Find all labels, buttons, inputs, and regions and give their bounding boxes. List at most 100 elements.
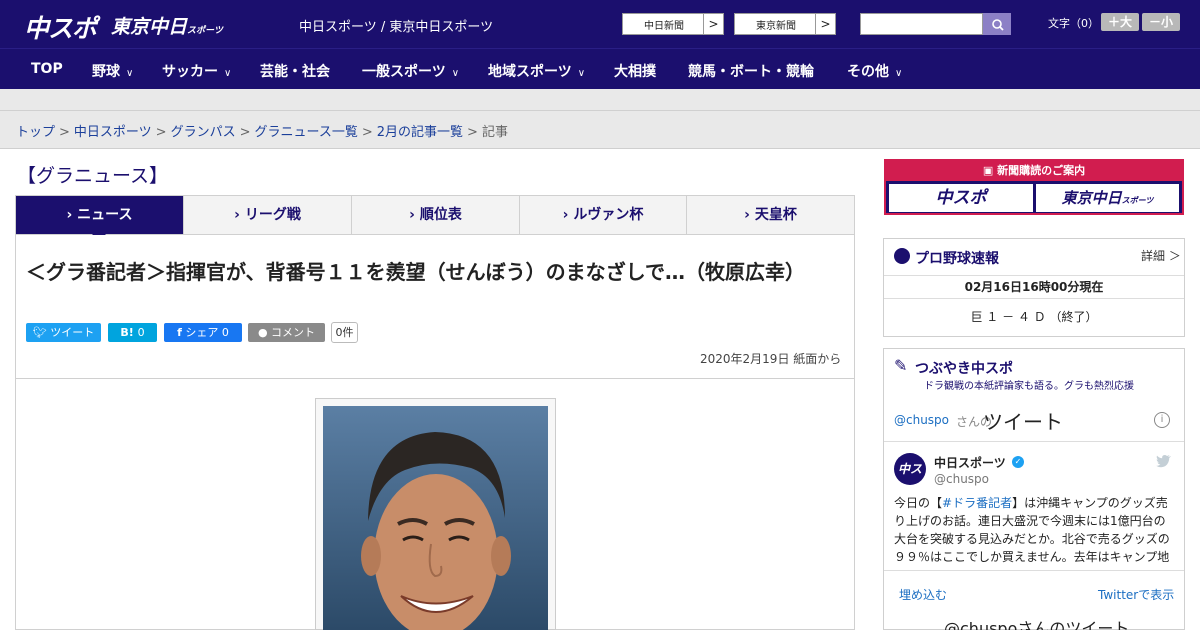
nav-label: 一般スポーツ xyxy=(362,64,446,80)
info-icon[interactable]: i xyxy=(1154,412,1170,428)
divider xyxy=(16,378,854,379)
nav-item-entertainment[interactable]: 芸能・社会 xyxy=(260,61,330,81)
section-tabs: › ニュース › リーグ戦 › 順位表 › ルヴァン杯 › 天皇杯 xyxy=(15,195,855,235)
nav-item-other[interactable]: その他 ∨ xyxy=(847,61,902,81)
verified-badge-icon: ✓ xyxy=(1012,456,1024,468)
article-photo[interactable] xyxy=(323,406,548,630)
font-size-increase-button[interactable]: ＋大 xyxy=(1101,13,1139,31)
baseball-detail-link[interactable]: 詳細 ＞ xyxy=(1141,247,1181,264)
chunichi-shimbun-link[interactable]: 中日新聞 > xyxy=(622,13,724,35)
comment-button[interactable]: ● コメント xyxy=(248,323,325,342)
breadcrumb-sep: > xyxy=(467,125,478,140)
nav-item-general-sports[interactable]: 一般スポーツ ∨ xyxy=(362,61,459,81)
hatena-bookmark-button[interactable]: B! 0 xyxy=(108,323,157,342)
nav-item-top[interactable]: TOP xyxy=(31,61,63,77)
baseball-score[interactable]: 巨 １ － ４ Ｄ （終了） xyxy=(884,308,1184,325)
article-headline: ＜グラ番記者＞指揮官が、背番号１１を羨望（せんぼう）のまなざしで…（牧原広幸） xyxy=(26,260,805,284)
chevron-down-icon: ∨ xyxy=(895,68,903,79)
avatar[interactable]: 中スポ xyxy=(894,453,926,485)
portrait-image xyxy=(323,406,548,630)
search-input[interactable] xyxy=(860,13,983,35)
nav-item-sumo[interactable]: 大相撲 xyxy=(614,61,656,81)
breadcrumb-link[interactable]: 2月の記事一覧 xyxy=(377,125,463,140)
chevron-right-icon: > xyxy=(815,14,835,34)
twitter-bird-icon: 🐦︎ xyxy=(32,326,47,339)
search-icon xyxy=(992,19,1004,31)
tab-levain-cup[interactable]: › ルヴァン杯 xyxy=(520,196,687,234)
site-names[interactable]: 中日スポーツ / 東京中日スポーツ xyxy=(299,16,493,35)
speech-bubble-icon: ● xyxy=(257,326,268,339)
subscription-banner[interactable]: ▣ 新聞購読のご案内 中スポ 東京中日スポーツ xyxy=(884,159,1184,215)
article-dateline: 2020年2月19日 紙面から xyxy=(700,352,842,366)
breadcrumb-link[interactable]: グランパス xyxy=(171,125,236,140)
baseball-panel-title: プロ野球速報 xyxy=(915,251,999,267)
chevron-down-icon: ∨ xyxy=(224,68,232,79)
tweet-label: ツイート xyxy=(50,326,95,339)
newspaper-icon: ▣ xyxy=(982,164,994,177)
timeline-handle[interactable]: @chuspo xyxy=(894,413,949,427)
nav-label: その他 xyxy=(847,64,889,80)
view-on-twitter-link[interactable]: Twitterで表示 xyxy=(1098,586,1174,603)
subscription-chuspo-logo[interactable]: 中スポ xyxy=(889,184,1033,212)
main-nav: TOP 野球 ∨ サッカー ∨ 芸能・社会 一般スポーツ ∨ 地域スポーツ ∨ 大相撲 … xyxy=(0,48,1200,89)
baseball-update-time: 02月16日16時00分現在 xyxy=(884,275,1184,299)
breadcrumb-sep: > xyxy=(155,125,167,140)
subscription-heading: ▣ 新聞購読のご案内 xyxy=(886,161,1182,181)
breadcrumb-current: 記事 xyxy=(481,125,508,140)
tweet-hashtag-link[interactable]: #ドラ番記者 xyxy=(942,496,1012,510)
subscription-tokyo-logo[interactable]: 東京中日スポーツ xyxy=(1036,184,1179,212)
tweet-text: 今日の【#ドラ番記者】は沖縄キャンプのグッズ売り上げのお話。連日大盛況で今週末に… xyxy=(894,494,1176,570)
twitter-timeline-header: @chuspo さんの ツイート i xyxy=(884,398,1184,442)
nav-label: 競馬・ボート・競輪 xyxy=(688,64,814,80)
comment-count: 0件 xyxy=(331,322,358,343)
ad-spacer xyxy=(0,89,1200,111)
facebook-share-button[interactable]: f シェア 0 xyxy=(164,323,242,342)
tab-news[interactable]: › ニュース xyxy=(16,196,184,234)
nav-item-racing[interactable]: 競馬・ボート・競輪 xyxy=(688,61,814,81)
nav-item-baseball[interactable]: 野球 ∨ xyxy=(92,61,133,81)
tab-standings[interactable]: › 順位表 xyxy=(352,196,520,234)
chunichi-shimbun-label: 中日新聞 xyxy=(644,21,684,32)
facebook-share-label: シェア 0 xyxy=(185,326,229,339)
tab-emperors-cup[interactable]: › 天皇杯 xyxy=(687,196,854,234)
breadcrumb-link[interactable]: トップ xyxy=(16,125,55,140)
embed-link[interactable]: 埋め込む xyxy=(899,586,947,603)
section-title: 【グラニュース】 xyxy=(17,165,169,187)
twitter-timeline-footer: 埋め込む Twitterで表示 xyxy=(884,570,1184,616)
tweet-button[interactable]: 🐦︎ ツイート xyxy=(26,323,101,342)
search-button[interactable] xyxy=(983,13,1011,35)
tokyo-logo-text: 東京中日 xyxy=(111,16,188,38)
chevron-down-icon: ∨ xyxy=(451,68,460,79)
nav-label: 野球 xyxy=(92,64,120,80)
tokyo-shimbun-link[interactable]: 東京新聞 > xyxy=(734,13,836,35)
tweets-panel-title: つぶやき中スポ xyxy=(915,361,1013,377)
microphone-icon: ✎ xyxy=(894,356,908,375)
subscription-tokyo-sub: スポーツ xyxy=(1121,196,1154,205)
subscription-tokyo-text: 東京中日 xyxy=(1061,189,1122,207)
tokyo-shimbun-label: 東京新聞 xyxy=(756,21,796,32)
nav-item-regional-sports[interactable]: 地域スポーツ ∨ xyxy=(488,61,585,81)
tweet-account-handle[interactable]: @chuspo xyxy=(934,472,989,486)
chevron-down-icon: ∨ xyxy=(577,68,586,79)
nav-item-soccer[interactable]: サッカー ∨ xyxy=(162,61,231,81)
chevron-right-icon: > xyxy=(703,14,723,34)
nav-label: サッカー xyxy=(162,64,218,80)
breadcrumb: トップ > 中日スポーツ > グランパス > グラニュース一覧 >2月の記事一覧 > 記事 xyxy=(16,121,508,140)
facebook-icon: f xyxy=(177,326,182,339)
breadcrumb-sep: > xyxy=(239,125,251,140)
comment-label: コメント xyxy=(271,326,316,339)
breadcrumb-link[interactable]: グラニュース一覧 xyxy=(255,125,358,140)
nav-label: 芸能・社会 xyxy=(260,64,330,80)
font-size-decrease-button[interactable]: －小 xyxy=(1142,13,1180,31)
tweet-account-name[interactable]: 中日スポーツ xyxy=(934,454,1006,471)
chuspo-logo[interactable]: 中スポ xyxy=(24,9,97,45)
font-size-label: 文字（0） xyxy=(1048,17,1099,30)
nav-label: TOP xyxy=(31,61,63,77)
nav-label: 地域スポーツ xyxy=(488,64,572,80)
breadcrumb-link[interactable]: 中日スポーツ xyxy=(74,125,152,140)
twitter-bird-icon[interactable] xyxy=(1156,454,1172,468)
next-timeline-heading: @chuspoさんのツイート xyxy=(944,619,1130,630)
hatena-count: 0 xyxy=(137,326,145,339)
tokyo-chunichi-logo[interactable]: 東京中日スポーツ xyxy=(111,12,223,39)
tab-league[interactable]: › リーグ戦 xyxy=(184,196,352,234)
